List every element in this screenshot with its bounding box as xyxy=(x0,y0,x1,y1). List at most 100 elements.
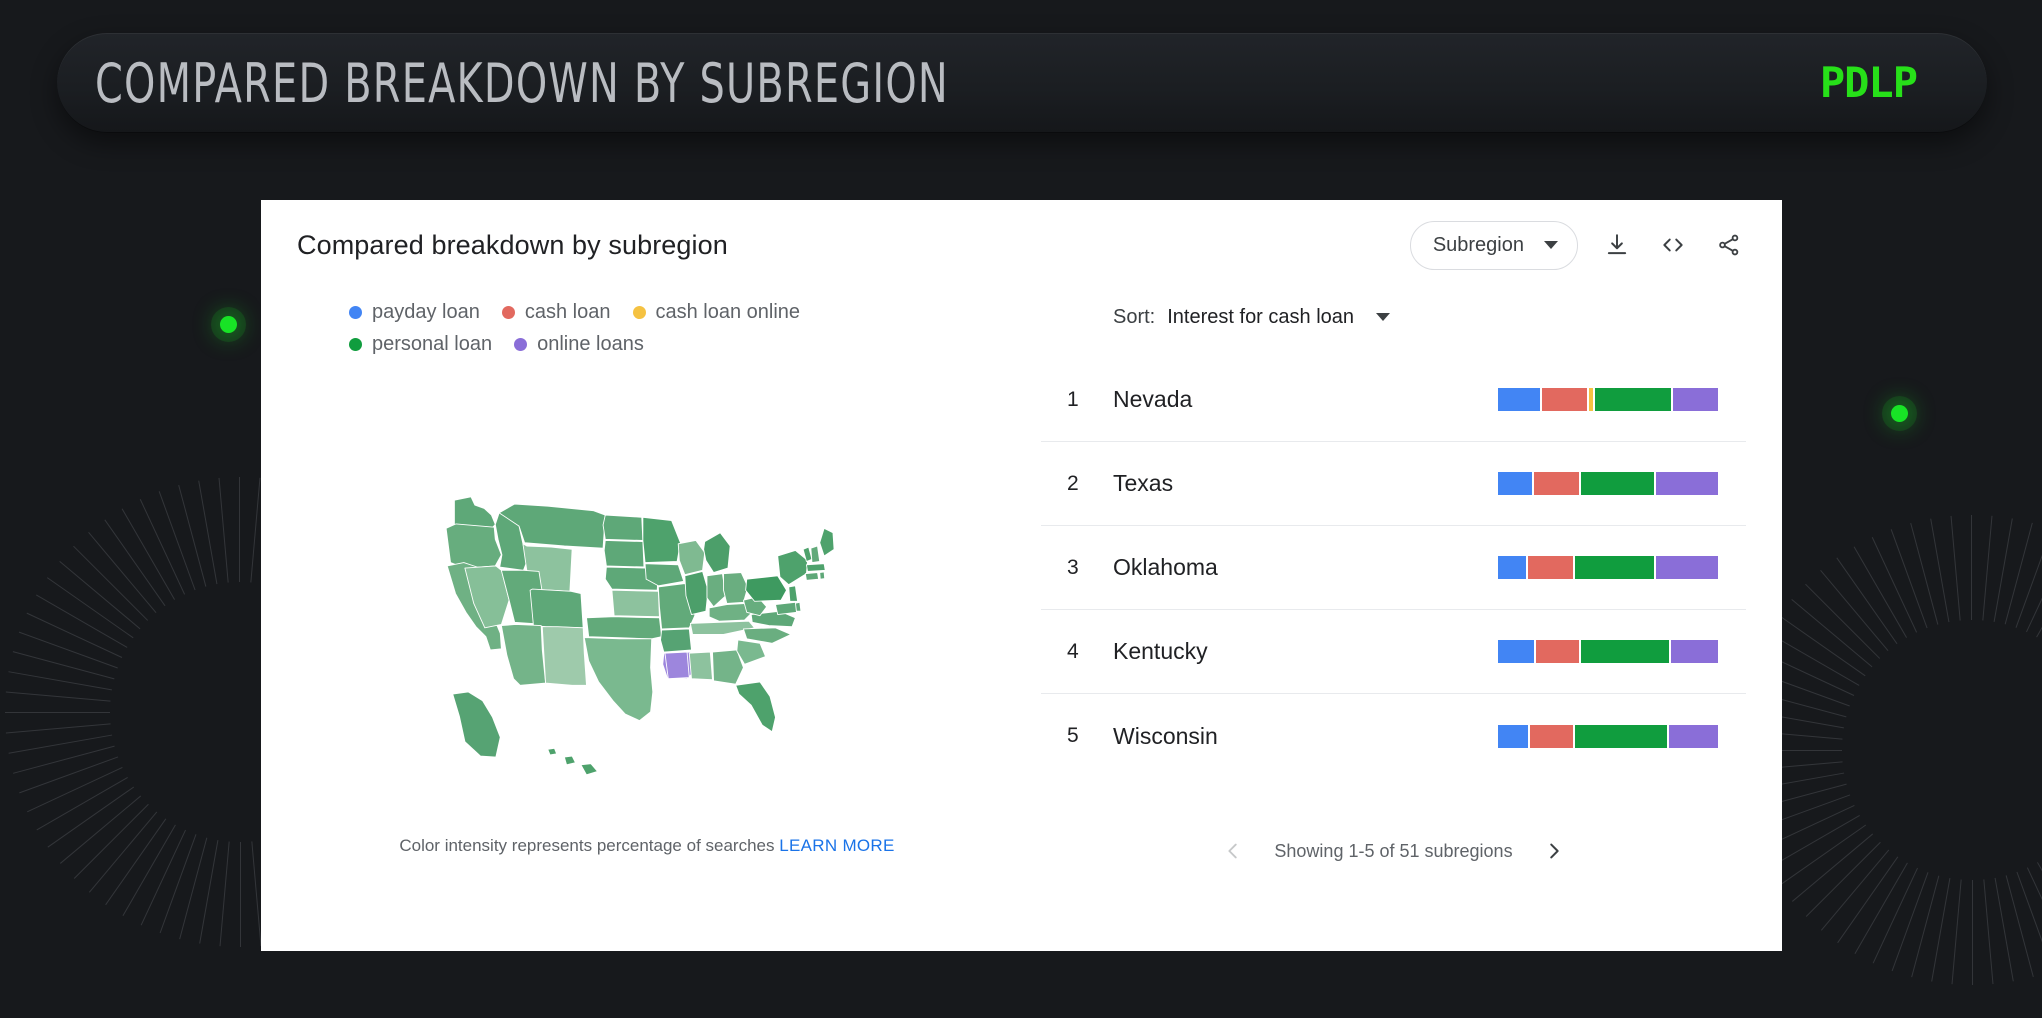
bar-segment xyxy=(1542,388,1587,411)
bar-segment xyxy=(1498,472,1533,495)
sunburst-ray xyxy=(139,499,186,595)
map-state-ak[interactable] xyxy=(452,691,501,758)
map-state-nj[interactable] xyxy=(788,585,799,602)
sunburst-ray xyxy=(218,477,229,583)
sunburst-ray xyxy=(1836,557,1898,645)
stacked-bar xyxy=(1498,640,1720,663)
map-state-ok[interactable] xyxy=(586,616,663,640)
map-state-nm[interactable] xyxy=(541,626,587,686)
bar-segment xyxy=(1574,724,1667,748)
chevron-right-icon[interactable] xyxy=(1539,836,1569,866)
map-state-wi[interactable] xyxy=(677,540,706,576)
map-state-nd[interactable] xyxy=(602,514,644,542)
map-state-ma[interactable] xyxy=(805,563,826,573)
map-state-nc[interactable] xyxy=(742,627,792,644)
sunburst-ray xyxy=(239,477,240,582)
map-state-sd[interactable] xyxy=(603,540,645,568)
map-state-al[interactable] xyxy=(688,651,713,681)
sunburst-ray xyxy=(2004,522,2033,625)
sunburst-ray xyxy=(8,671,112,691)
map-state-ny[interactable] xyxy=(777,550,808,586)
subregion-name: Oklahoma xyxy=(1113,554,1218,580)
header-banner: COMPARED BREAKDOWN BY SUBREGION PDLP xyxy=(57,33,1987,133)
map-state-mi[interactable] xyxy=(703,532,731,574)
sunburst-ray xyxy=(8,734,113,754)
sunburst-ray xyxy=(5,712,110,713)
sunburst-ray xyxy=(18,631,118,669)
sunburst-ray xyxy=(158,491,196,591)
legend-item[interactable]: cash loan xyxy=(501,296,611,328)
stacked-bar xyxy=(1498,388,1720,411)
map-state-oh[interactable] xyxy=(723,572,749,605)
rank-number: 4 xyxy=(1067,639,1079,663)
map-state-in[interactable] xyxy=(706,573,727,608)
legend-item[interactable]: payday loan xyxy=(349,296,480,328)
sunburst-ray xyxy=(105,818,167,906)
sunburst-ray xyxy=(1891,872,1929,972)
map-state-fl[interactable] xyxy=(735,681,776,733)
map-state-ks[interactable] xyxy=(611,589,660,618)
bar-segment xyxy=(1498,556,1526,579)
ranking-row[interactable]: 4 Kentucky xyxy=(1041,610,1746,694)
map-state-tx[interactable] xyxy=(583,637,654,722)
ranking-row[interactable]: 1 Nevada xyxy=(1041,358,1746,442)
sunburst-ray xyxy=(2016,871,2042,971)
sort-dropdown[interactable]: Interest for cash loan xyxy=(1167,305,1391,329)
map-state-co[interactable] xyxy=(529,588,584,629)
sunburst-ray xyxy=(1994,877,2014,982)
learn-more-link[interactable]: LEARN MORE xyxy=(779,836,894,855)
map-state-ri[interactable] xyxy=(819,571,826,580)
rank-number: 5 xyxy=(1067,724,1079,747)
ranking-row[interactable]: 3 Oklahoma xyxy=(1041,526,1746,610)
sunburst-ray xyxy=(88,811,158,893)
bar-segment xyxy=(1536,640,1580,663)
sunburst-ray xyxy=(178,485,207,587)
bar-segment xyxy=(1581,472,1654,495)
map-state-az[interactable] xyxy=(500,624,547,686)
sunburst-ray xyxy=(1982,515,1993,621)
pagination-text: Showing 1-5 of 51 subregions xyxy=(1274,840,1513,861)
ranking-row[interactable]: 2 Texas xyxy=(1041,442,1746,526)
stacked-bar xyxy=(1498,472,1720,495)
sunburst-ray xyxy=(251,841,262,947)
legend-item-label: online loans xyxy=(537,332,644,355)
sunburst-ray xyxy=(2037,862,2042,954)
bar-segment xyxy=(1655,556,1718,579)
legend-color-dot xyxy=(632,305,646,319)
legend-item[interactable]: personal loan xyxy=(349,328,492,360)
download-icon[interactable] xyxy=(1600,228,1634,262)
bar-segment xyxy=(1581,640,1669,663)
legend-item[interactable]: cash loan online xyxy=(632,296,800,328)
map-state-hi[interactable] xyxy=(580,763,598,776)
sunburst-ray xyxy=(122,824,176,917)
sunburst-ray xyxy=(1950,515,1961,621)
ranking-row[interactable]: 5 Wisconsin xyxy=(1041,694,1746,778)
map-state-or[interactable] xyxy=(445,523,502,569)
embed-code-icon[interactable] xyxy=(1656,228,1690,262)
map-state-hi[interactable] xyxy=(563,755,576,766)
legend-color-dot xyxy=(349,305,362,319)
map-state-ar[interactable] xyxy=(660,628,692,653)
legend-item[interactable]: online loans xyxy=(514,328,644,360)
rank-number: 3 xyxy=(1067,555,1079,579)
map-state-mn[interactable] xyxy=(642,516,681,564)
sunburst-ray xyxy=(240,842,241,947)
sunburst-ray xyxy=(1931,878,1951,982)
us-choropleth-map[interactable] xyxy=(297,426,997,826)
sunburst-ray xyxy=(250,477,261,583)
sort-value-label: Interest for cash loan xyxy=(1167,305,1355,328)
map-state-nh[interactable] xyxy=(810,545,821,564)
subregion-selector[interactable]: Subregion xyxy=(1409,220,1578,270)
chevron-left-icon[interactable] xyxy=(1218,836,1248,866)
map-state-pa[interactable] xyxy=(745,575,787,602)
map-state-hi[interactable] xyxy=(547,747,558,756)
map-state-md[interactable] xyxy=(775,602,797,616)
share-icon[interactable] xyxy=(1712,228,1746,262)
map-state-me[interactable] xyxy=(819,528,835,557)
map-state-ct[interactable] xyxy=(804,572,820,581)
map-state-ms[interactable] xyxy=(664,651,690,680)
sunburst-ray xyxy=(1791,598,1873,668)
stacked-bar xyxy=(1498,556,1720,579)
chart-card: Compared breakdown by subregion Subregio… xyxy=(261,200,1782,951)
sunburst-ray xyxy=(1911,875,1940,978)
